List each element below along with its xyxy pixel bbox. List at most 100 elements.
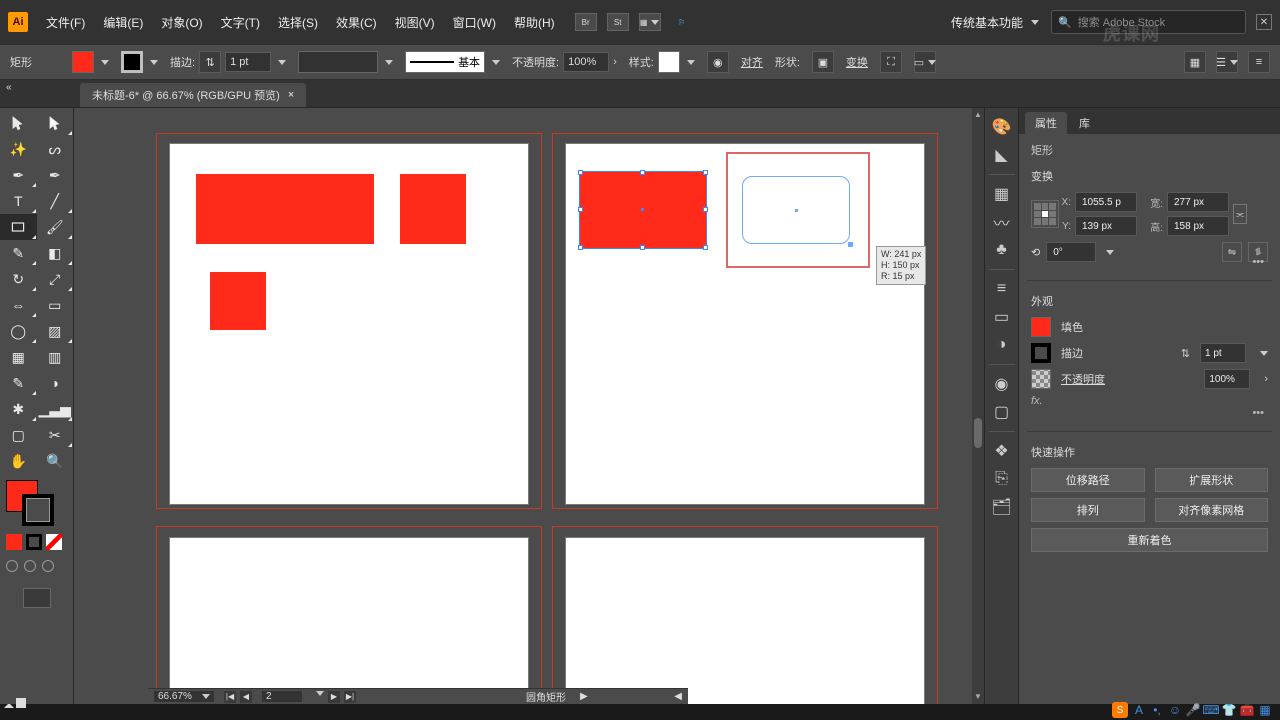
props-opacity-swatch[interactable]	[1031, 369, 1051, 389]
zoom-tool[interactable]: 🔍	[37, 448, 74, 474]
tab-libraries[interactable]: 库	[1069, 112, 1100, 134]
menu-view[interactable]: 视图(V)	[387, 14, 443, 31]
artboard-tool[interactable]: ▢	[0, 422, 37, 448]
x-input[interactable]: 1055.5 p	[1075, 192, 1137, 212]
btn-pixel-grid[interactable]: 对齐像素网格	[1155, 498, 1269, 522]
props-stroke-swatch[interactable]	[1031, 343, 1051, 363]
fill-stroke-indicator[interactable]	[0, 480, 73, 526]
ime-sogou-icon[interactable]: S	[1112, 702, 1128, 718]
recolor-icon[interactable]: ◉	[707, 51, 729, 73]
ime-skin-icon[interactable]: 👕	[1222, 703, 1236, 717]
canvas[interactable]: W: 241 px H: 150 px R: 15 px ▲ ▼ 66.67% …	[74, 108, 984, 704]
workspace-switcher[interactable]: 传统基本功能	[941, 14, 1049, 31]
menu-effect[interactable]: 效果(C)	[328, 14, 385, 31]
flip-h-icon[interactable]: ⇋	[1222, 242, 1242, 262]
transform-button[interactable]: 变换	[846, 54, 868, 70]
blend-tool[interactable]: ◑	[37, 370, 74, 396]
lasso-tool[interactable]: ᔕ	[37, 136, 74, 162]
menu-type[interactable]: 文字(T)	[213, 14, 268, 31]
paintbrush-tool[interactable]: 🖌	[37, 214, 74, 240]
menu-file[interactable]: 文件(F)	[38, 14, 93, 31]
btn-offset-path[interactable]: 位移路径	[1031, 468, 1145, 492]
layers-panel-icon[interactable]: ❖	[991, 440, 1013, 462]
column-graph-tool[interactable]: ▁▃▅	[37, 396, 74, 422]
rect-b[interactable]	[400, 174, 466, 244]
rectangle-tool[interactable]	[0, 214, 37, 240]
canvas-scrollbar-vertical[interactable]: ▲ ▼	[972, 108, 984, 704]
link-wh-icon[interactable]: ⫘	[1233, 204, 1247, 224]
direct-selection-tool[interactable]	[37, 110, 74, 136]
props-stroke-input[interactable]: 1 pt	[1200, 343, 1246, 363]
slice-tool[interactable]: ✂	[37, 422, 74, 448]
asset-export-icon[interactable]: ⎘	[991, 468, 1013, 490]
transparency-panel-icon[interactable]: ◑	[991, 334, 1013, 356]
artboards-panel-icon[interactable]: 🗂	[991, 496, 1013, 518]
menu-object[interactable]: 对象(O)	[153, 14, 210, 31]
rotate-input[interactable]: 0°	[1046, 242, 1096, 262]
eraser-tool[interactable]: ◧	[37, 240, 74, 266]
grid-icon[interactable]: ▦	[1184, 51, 1206, 73]
free-transform-tool[interactable]: ▭	[37, 292, 74, 318]
color-mode-row[interactable]	[0, 534, 73, 554]
nav-prev-icon[interactable]: ◀	[240, 691, 252, 703]
gradient-panel-icon[interactable]: ▭	[991, 306, 1013, 328]
menu-window[interactable]: 窗口(W)	[445, 14, 504, 31]
zoom-input[interactable]: 66.67%	[154, 691, 214, 702]
ime-mic-icon[interactable]: 🎤	[1186, 703, 1200, 717]
bridge-icon[interactable]: Br	[575, 13, 597, 31]
curvature-tool[interactable]: ✒	[37, 162, 74, 188]
selection-tool[interactable]	[0, 110, 37, 136]
y-input[interactable]: 139 px	[1075, 216, 1137, 236]
props-opacity-input[interactable]: 100%	[1204, 369, 1250, 389]
menu-help[interactable]: 帮助(H)	[506, 14, 563, 31]
screen-mode-button[interactable]	[23, 588, 51, 608]
type-tool[interactable]: T	[0, 188, 37, 214]
document-tab-close[interactable]: ×	[288, 89, 294, 101]
props-opacity-label[interactable]: 不透明度	[1061, 371, 1105, 387]
magic-wand-tool[interactable]: ✨	[0, 136, 37, 162]
shape-builder-tool[interactable]: ◯	[0, 318, 37, 344]
appearance-more-icon[interactable]: •••	[1031, 407, 1268, 419]
brush-def[interactable]: 基本	[405, 51, 485, 73]
expand-panels-left-icon[interactable]: «	[6, 82, 12, 93]
list-icon[interactable]: ≡	[1248, 51, 1270, 73]
scale-tool[interactable]: ⤢	[37, 266, 74, 292]
w-input[interactable]: 277 px	[1167, 192, 1229, 212]
h-input[interactable]: 158 px	[1167, 216, 1229, 236]
ime-emoji-icon[interactable]: ☺	[1168, 703, 1182, 717]
stock-icon[interactable]: St	[607, 13, 629, 31]
gpu-icon[interactable]: ⚐	[671, 13, 693, 31]
menu-select[interactable]: 选择(S)	[270, 14, 326, 31]
props-fill-swatch[interactable]	[1031, 317, 1051, 337]
color-guide-icon[interactable]: ◣	[991, 144, 1013, 166]
graphic-styles-icon[interactable]: ▢	[991, 401, 1013, 423]
shaper-tool[interactable]: ✎	[0, 240, 37, 266]
menu-edit[interactable]: 编辑(E)	[95, 14, 151, 31]
rect-a[interactable]	[196, 174, 374, 244]
nav-last-icon[interactable]: ▶|	[344, 691, 356, 703]
pen-tool[interactable]: ✒	[0, 162, 37, 188]
window-close-icon[interactable]: ✕	[1256, 14, 1272, 30]
isolate-icon[interactable]: ▣	[812, 51, 834, 73]
var-width-profile[interactable]	[298, 51, 378, 73]
ime-toolbox-icon[interactable]: 🧰	[1240, 703, 1254, 717]
nav-next-icon[interactable]: ▶	[328, 691, 340, 703]
eyedropper-tool[interactable]: ✎	[0, 370, 37, 396]
line-tool[interactable]: ╱	[37, 188, 74, 214]
draw-mode-row[interactable]	[0, 560, 73, 580]
panel-options-icon[interactable]: ☰	[1216, 51, 1238, 73]
perspective-tool[interactable]: ▨	[37, 318, 74, 344]
ime-grid-icon[interactable]: ▦	[1258, 703, 1272, 717]
arrange-docs-icon[interactable]: ▦	[639, 13, 661, 31]
ime-punct-icon[interactable]: •,	[1150, 703, 1164, 717]
color-panel-icon[interactable]: 🎨	[991, 116, 1013, 138]
symbols-panel-icon[interactable]: ♣	[991, 239, 1013, 261]
rect-c[interactable]	[210, 272, 266, 330]
artboard-nav[interactable]: |◀ ◀	[224, 691, 252, 703]
rotate-tool[interactable]: ↻	[0, 266, 37, 292]
ime-keyboard-icon[interactable]: ⌨	[1204, 703, 1218, 717]
fx-button[interactable]: fx.	[1031, 395, 1043, 407]
stroke-stepper[interactable]: ⇅	[199, 51, 221, 73]
fill-swatch[interactable]	[72, 51, 109, 73]
graphic-style-swatch[interactable]	[658, 51, 680, 73]
